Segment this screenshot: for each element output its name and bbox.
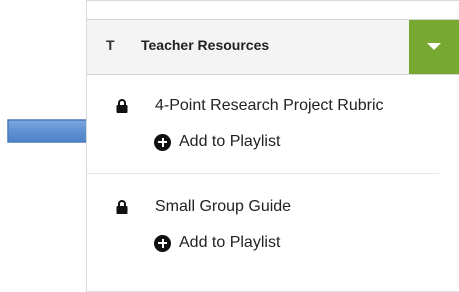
add-to-playlist-label: Add to Playlist — [179, 133, 281, 150]
lock-icon — [116, 200, 128, 214]
add-to-playlist-label: Add to Playlist — [179, 234, 281, 251]
add-to-playlist-button[interactable]: Add to Playlist — [154, 234, 280, 252]
resource-panel: T Teacher Resources 4-Point Research Pro… — [86, 0, 459, 292]
caret-down-icon — [427, 43, 441, 50]
add-to-playlist-button[interactable]: Add to Playlist — [154, 133, 280, 151]
panel-header: T Teacher Resources — [87, 19, 459, 75]
header-letter: T — [106, 37, 115, 53]
header-title: Teacher Resources — [141, 37, 270, 53]
plus-circle-icon — [154, 133, 171, 151]
lock-icon — [116, 99, 128, 113]
resource-title[interactable]: Small Group Guide — [155, 198, 291, 216]
resource-title[interactable]: 4-Point Research Project Rubric — [155, 97, 384, 115]
item-divider — [87, 173, 439, 174]
dropdown-toggle-button[interactable] — [409, 20, 459, 74]
plus-circle-icon — [154, 234, 171, 252]
